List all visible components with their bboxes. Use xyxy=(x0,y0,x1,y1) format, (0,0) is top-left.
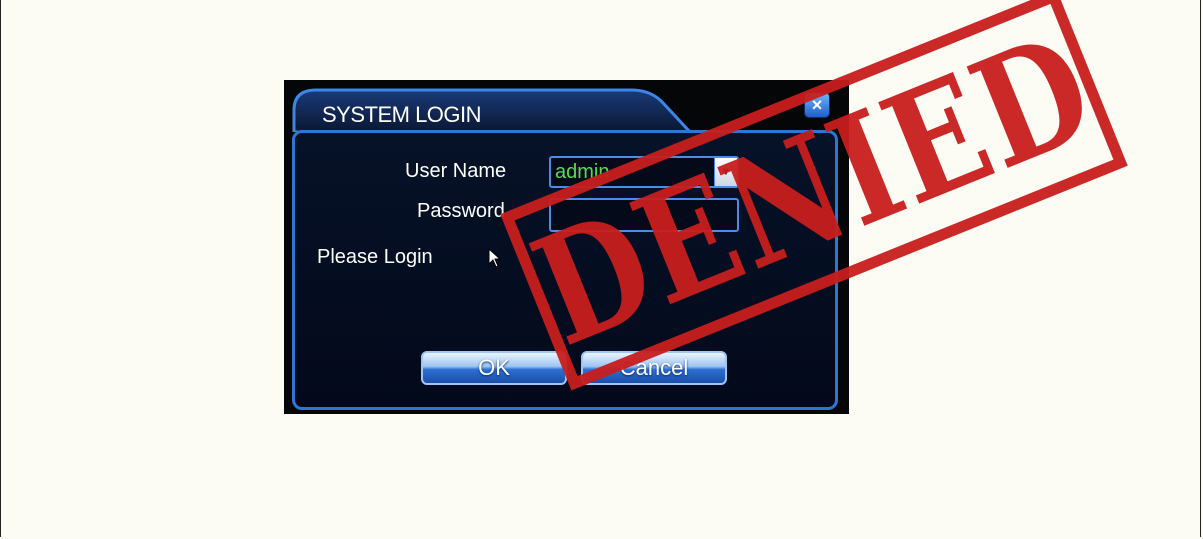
ok-button[interactable]: OK xyxy=(421,351,567,385)
password-label: Password xyxy=(417,200,505,222)
status-text: Please Login xyxy=(317,246,433,268)
dialog-title: SYSTEM LOGIN xyxy=(322,102,482,127)
ok-button-label: OK xyxy=(478,355,510,380)
mouse-pointer-icon xyxy=(488,248,502,268)
user-name-label: User Name xyxy=(405,160,507,182)
title-tab: SYSTEM LOGIN xyxy=(292,88,692,132)
